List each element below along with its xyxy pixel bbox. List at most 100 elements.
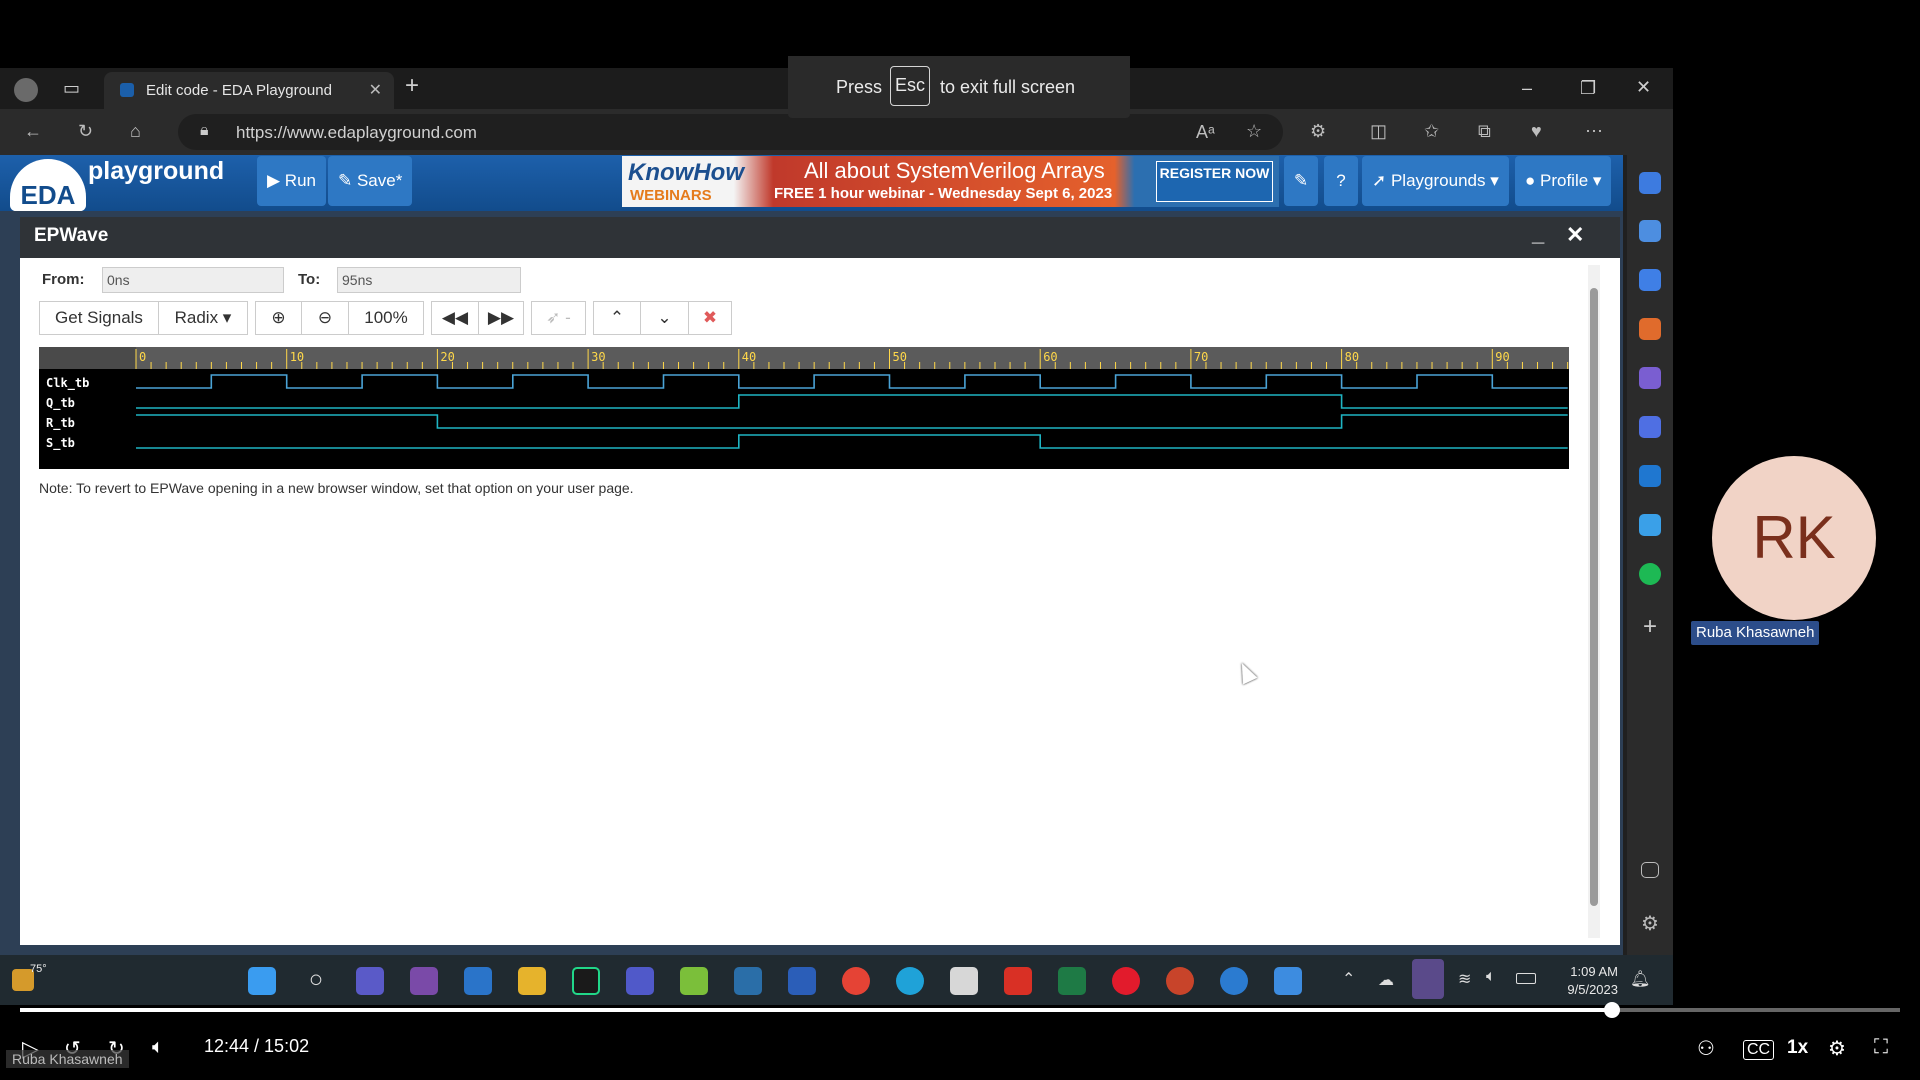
favorite-star-icon[interactable]: ☆ (1246, 121, 1262, 142)
player-settings-icon[interactable]: ⚙ (1828, 1036, 1846, 1061)
eda-logo[interactable]: EDA (10, 159, 86, 211)
address-bar[interactable]: 🔒︎ https://www.edaplayground.com Aᵃ ☆ (178, 114, 1283, 150)
close-window-icon[interactable]: ✕ (1636, 77, 1651, 97)
tab-close-icon[interactable]: ✕ (369, 80, 382, 100)
radix-button[interactable]: Radix ▾ (158, 301, 248, 335)
wifi-icon[interactable]: ≋ (1458, 969, 1471, 989)
captions-icon[interactable]: CC (1743, 1040, 1775, 1060)
move-down-button[interactable]: ⌄ (640, 301, 689, 335)
battery-icon[interactable] (1516, 973, 1536, 984)
volume-control-icon[interactable]: 🔈︎ (152, 1036, 164, 1059)
system-clock[interactable]: 1:09 AM 9/5/2023 (1558, 963, 1618, 999)
outlook-icon[interactable] (1639, 465, 1661, 487)
url-text: https://www.edaplayground.com (236, 123, 477, 142)
fullscreen-icon[interactable]: ⛶ (1874, 1036, 1888, 1059)
playback-speed[interactable]: 1x (1787, 1037, 1808, 1059)
profile-menu[interactable]: ● Profile ▾ (1515, 156, 1612, 206)
help-icon-button[interactable]: ? (1324, 156, 1358, 206)
pycharm-icon[interactable] (572, 967, 600, 995)
playground-logo-text[interactable]: playground (88, 157, 224, 186)
volume-icon[interactable]: 🔈︎ (1486, 968, 1496, 986)
notepad-icon[interactable] (1274, 967, 1302, 995)
epwave-scrollbar-thumb[interactable] (1590, 288, 1598, 906)
taskbar-search-icon[interactable]: ○ (302, 967, 330, 995)
teams-icon[interactable] (626, 967, 654, 995)
zoom-out-icon: ⊖ (317, 308, 333, 327)
ruler-tick-label: 80 (1345, 350, 1359, 364)
favorites-icon[interactable]: ✩ (1424, 121, 1439, 142)
tray-chevron-up-icon[interactable]: ⌃ (1342, 969, 1355, 989)
refresh-icon[interactable]: ↻ (78, 121, 93, 142)
zoom-out-button[interactable]: ⊖ (301, 301, 349, 335)
excel-icon[interactable] (1058, 967, 1086, 995)
edit-icon-button[interactable]: ✎ (1284, 156, 1318, 206)
extensions-icon[interactable]: ⚙ (1310, 121, 1326, 142)
snipping-icon[interactable] (950, 967, 978, 995)
video-progress-knob[interactable] (1603, 1002, 1620, 1018)
spotify-icon[interactable] (1639, 563, 1661, 585)
vpn-icon[interactable] (1220, 967, 1248, 995)
add-icon[interactable]: + (1639, 615, 1661, 639)
zoom-in-button[interactable]: ⊕ (255, 301, 302, 335)
opera-icon[interactable] (1112, 967, 1140, 995)
to-input[interactable] (337, 267, 521, 293)
meet-icon[interactable] (356, 967, 384, 995)
outlook-taskbar-icon[interactable] (464, 967, 492, 995)
remove-signal-button[interactable]: ✖ (688, 301, 732, 335)
search-icon[interactable] (1639, 220, 1661, 242)
cursor-button[interactable]: ➶ - (531, 301, 586, 335)
dev-icon[interactable] (734, 967, 762, 995)
save-button[interactable]: ✎ Save* (328, 156, 413, 206)
playgrounds-label: Playgrounds ▾ (1390, 171, 1499, 190)
edge-icon[interactable] (896, 967, 924, 995)
back-icon[interactable]: ← (24, 121, 42, 142)
notepad-plus-icon[interactable] (680, 967, 708, 995)
collections-icon[interactable]: ⧉ (1478, 121, 1491, 142)
read-aloud-icon[interactable]: Aᵃ (1196, 122, 1215, 143)
minimize-window-icon[interactable]: – (1522, 78, 1532, 98)
drop-icon[interactable] (1639, 514, 1661, 536)
chrome-icon[interactable] (842, 967, 870, 995)
participants-icon[interactable]: ⚇ (1697, 1036, 1715, 1061)
tab-edit-code[interactable]: Edit code - EDA Playground ✕ (104, 72, 394, 109)
sidebar-toggle-icon[interactable] (1641, 862, 1659, 878)
close-icon[interactable]: ✕ (1566, 222, 1584, 248)
zoom-level[interactable]: 100% (348, 301, 424, 335)
more-options-icon[interactable]: ⋯ (1585, 121, 1603, 142)
register-now-button[interactable]: REGISTER NOW (1156, 161, 1273, 202)
onedrive-icon[interactable]: ☁ (1378, 970, 1394, 990)
performance-icon[interactable]: ♥ (1531, 121, 1542, 142)
sidebar-settings-icon[interactable]: ⚙ (1639, 911, 1661, 935)
games-icon[interactable] (1639, 367, 1661, 389)
start-icon[interactable] (248, 967, 276, 995)
notification-bell-icon[interactable]: 🔔︎ (1630, 969, 1650, 989)
move-up-button[interactable]: ⌃ (593, 301, 641, 335)
ruler-tick-label: 90 (1495, 350, 1509, 364)
webinar-banner[interactable]: KnowHow WEBINARS All about SystemVerilog… (622, 156, 1279, 207)
mic-icon[interactable] (1412, 959, 1444, 999)
home-icon[interactable]: ⌂ (130, 121, 141, 142)
jump-start-button[interactable]: ◀◀ (431, 301, 479, 335)
minimize-icon[interactable]: _ (1532, 221, 1544, 247)
windows-taskbar: 75° ○ ⌃ ☁ ≋ 🔈︎ 1:09 AM 9/5/2023 🔔︎ (0, 955, 1673, 1005)
shopping-icon[interactable] (1639, 269, 1661, 291)
playgrounds-menu[interactable]: ➚ Playgrounds ▾ (1362, 156, 1509, 206)
waveform-viewer[interactable]: 0 10 20 30 40 50 60 70 80 90 Clk_tb Q_tb R_tb S_tb (39, 347, 1569, 469)
m365-icon[interactable] (1639, 416, 1661, 438)
from-input[interactable] (102, 267, 284, 293)
file-explorer-icon[interactable] (518, 967, 546, 995)
run-button[interactable]: ▶ Run (257, 156, 326, 206)
workspaces-icon[interactable]: ▭ (63, 78, 80, 98)
new-tab-icon[interactable]: + (405, 74, 419, 98)
profile-icon[interactable] (14, 78, 38, 102)
restore-window-icon[interactable]: ❐ (1580, 78, 1596, 98)
acrobat-icon[interactable] (1004, 967, 1032, 995)
word-icon[interactable] (788, 967, 816, 995)
tools-icon[interactable] (1639, 318, 1661, 340)
get-signals-button[interactable]: Get Signals (39, 301, 159, 335)
split-screen-icon[interactable]: ◫ (1370, 121, 1387, 142)
clapper-icon[interactable] (410, 967, 438, 995)
jump-end-button[interactable]: ▶▶ (478, 301, 524, 335)
notifications-icon[interactable] (1639, 172, 1661, 194)
powerpoint-icon[interactable] (1166, 967, 1194, 995)
